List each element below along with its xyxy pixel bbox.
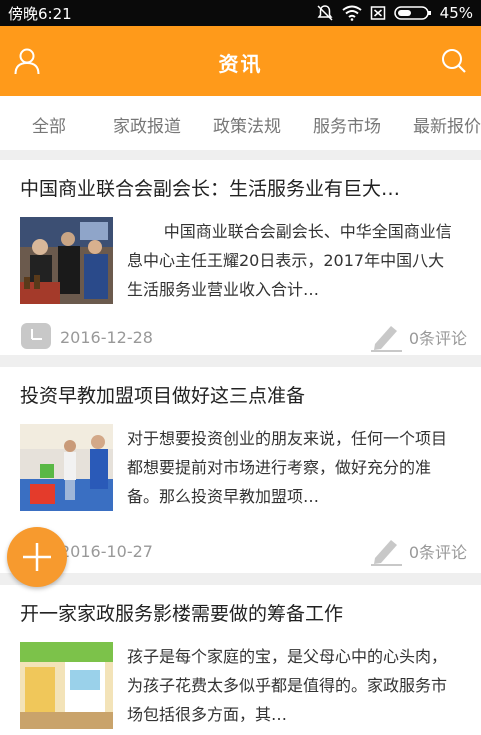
tab-all[interactable]: 全部 [32,112,66,137]
no-sim-icon [370,6,385,20]
article-summary: 中国商业联合会副会长、中华全国商业信息中心主任王耀20日表示，2017年中国八大… [127,222,452,299]
article-title: 开一家家政服务影楼需要做的筹备工作 [20,603,344,625]
article-summary: 对于想要投资创业的朋友来说，任何一个项目都想要提前对市场进行考察，做好充分的准备… [127,429,448,506]
edit-icon [370,326,402,352]
status-bar: 傍晚6:21 45% [0,0,481,26]
tab-service-market[interactable]: 服务市场 [313,112,381,137]
clock-icon [21,323,51,349]
tab-policy-regulations[interactable]: 政策法规 [213,112,281,137]
status-icons: 45% [316,2,473,24]
article-thumbnail [20,424,113,511]
status-time: 傍晚6:21 [8,5,72,23]
search-icon[interactable] [439,46,469,76]
notifications-muted-icon [317,5,333,21]
app-bar: 资讯 [0,26,481,96]
comment-count-text: 0条评论 [408,329,467,348]
article-thumbnail [20,217,113,304]
plus-icon [23,543,51,571]
article-thumbnail [20,642,113,729]
add-button[interactable] [7,527,67,587]
tab-latest-quotes[interactable]: 最新报价 [413,112,481,137]
wifi-icon [342,5,362,21]
article-title: 中国商业联合会副会长：生活服务业有巨大… [20,178,401,200]
edit-icon [370,540,402,566]
comment-count[interactable]: 0条评论 [369,322,467,352]
article-summary: 孩子是每个家庭的宝，是父母心中的心头肉，为孩子花费太多似乎都是值得的。家政服务市… [127,647,448,724]
article-title: 投资早教加盟项目做好这三点准备 [20,385,306,407]
article-card[interactable]: 开一家家政服务影楼需要做的筹备工作 孩子是每个家庭的宝，是父母心中的心头肉，为孩… [0,585,481,735]
article-date: 2016-12-28 [60,328,153,347]
comment-count[interactable]: 0条评论 [369,536,467,566]
battery-icon [393,6,431,20]
article-card[interactable]: 投资早教加盟项目做好这三点准备 对于想要投资创业的朋友来说，任何一个项目都想要提… [0,367,481,573]
article-date: 2016-10-27 [60,542,153,561]
article-card[interactable]: 中国商业联合会副会长：生活服务业有巨大… 中国商业联合会副会长、中华全国商业信息… [0,160,481,355]
page-title: 资讯 [218,52,263,76]
comment-count-text: 0条评论 [408,543,467,562]
tab-home-service-news[interactable]: 家政报道 [113,112,181,137]
battery-percent: 45% [439,4,473,22]
category-tabs: 全部 家政报道 政策法规 服务市场 最新报价 [0,96,481,150]
